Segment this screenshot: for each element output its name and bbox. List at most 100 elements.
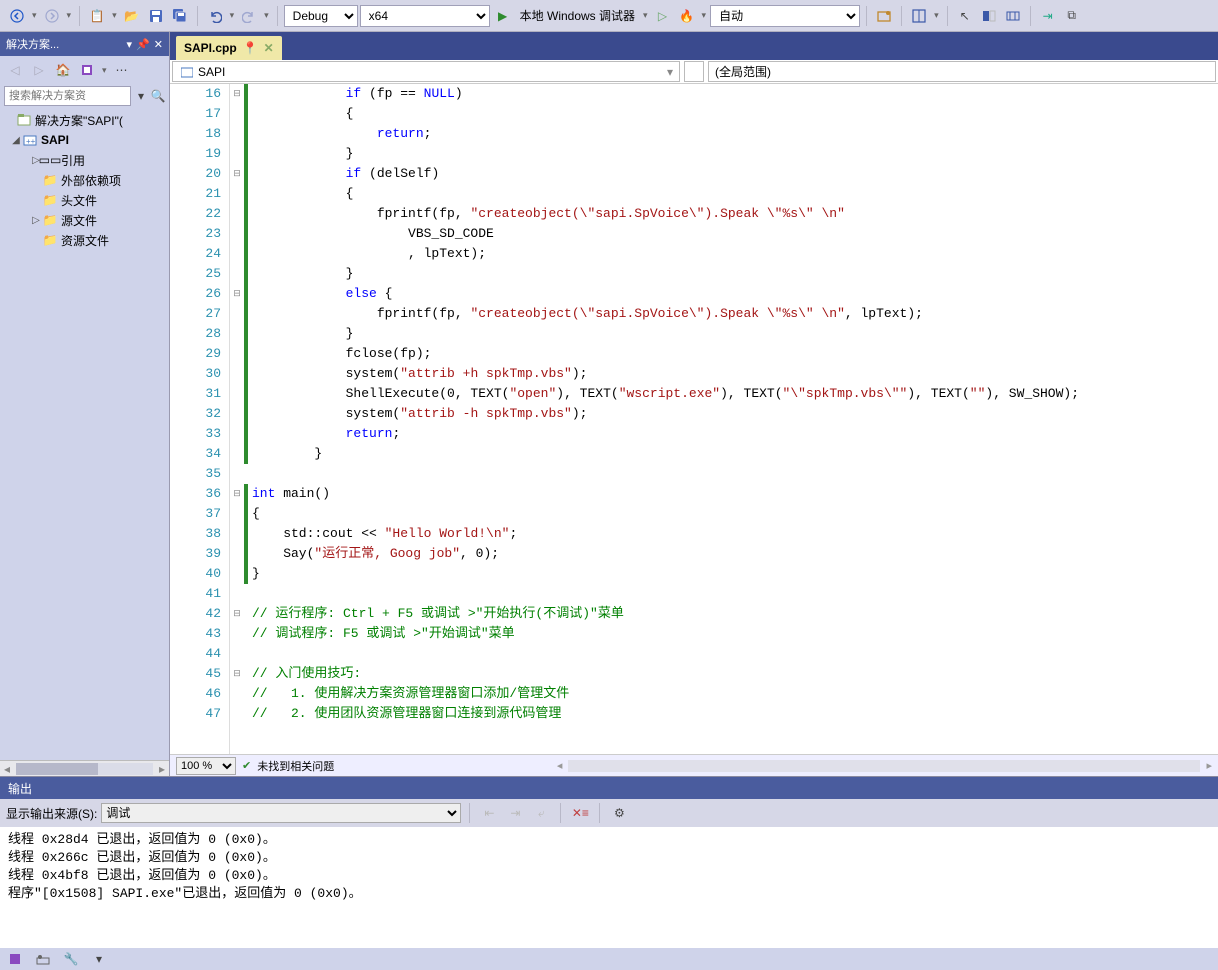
output-clear-icon[interactable]: ✕≡ <box>569 802 591 824</box>
search-icon[interactable]: 🔍 <box>151 85 165 107</box>
project-icon <box>179 64 195 80</box>
extension-button-2[interactable] <box>908 5 930 27</box>
fold-column: ⊟ ⊟ ⊟ ⊟ ⊟ ⊟ <box>230 84 244 754</box>
bottom-icon-1[interactable] <box>4 948 26 970</box>
output-wrap-icon[interactable]: ⤶ <box>530 802 552 824</box>
terminal-button[interactable]: ⧉ <box>1061 5 1083 27</box>
run-button[interactable]: ▶ <box>492 5 514 27</box>
cursor-icon[interactable]: ↖ <box>954 5 976 27</box>
headers-node[interactable]: 📁头文件 <box>0 190 169 210</box>
undo-button[interactable] <box>204 5 226 27</box>
back-dropdown[interactable]: ▾ <box>30 10 39 21</box>
fold-toggle <box>230 204 244 224</box>
output-indent2-icon[interactable]: ⇥ <box>504 802 526 824</box>
member-select[interactable]: (全局范围) <box>708 61 1216 82</box>
scroll-right-icon[interactable]: ▸ <box>1206 759 1212 772</box>
indent-button[interactable]: ⇥ <box>1037 5 1059 27</box>
fold-toggle <box>230 384 244 404</box>
pin-icon[interactable]: 📌 <box>136 38 150 51</box>
output-body[interactable]: 线程 0x28d4 已退出，返回值为 0 (0x0)。线程 0x266c 已退出… <box>0 827 1218 948</box>
mode-select[interactable]: 自动 <box>710 5 860 27</box>
fold-toggle[interactable]: ⊟ <box>230 664 244 684</box>
editor-status-strip: 100 % ✔ 未找到相关问题 ◂ ▸ <box>170 754 1218 776</box>
fold-toggle <box>230 544 244 564</box>
fold-toggle <box>230 344 244 364</box>
fold-toggle <box>230 124 244 144</box>
forward-dropdown[interactable]: ▾ <box>65 10 74 21</box>
fold-toggle[interactable]: ⊟ <box>230 164 244 184</box>
output-indent-icon[interactable]: ⇤ <box>478 802 500 824</box>
debugger-label[interactable]: 本地 Windows 调试器 <box>516 7 639 24</box>
output-title: 输出 <box>0 777 1218 799</box>
new-item-button[interactable]: 📋 <box>86 5 108 27</box>
fold-toggle <box>230 564 244 584</box>
output-settings-icon[interactable]: ⚙ <box>608 802 630 824</box>
svg-text:++: ++ <box>26 137 36 146</box>
tree-horizontal-scroll[interactable]: ◂▸ <box>0 760 169 776</box>
layout-button-2[interactable] <box>1002 5 1024 27</box>
fold-toggle <box>230 704 244 724</box>
project-icon: ++ <box>22 132 38 148</box>
search-dropdown-icon[interactable]: ▾ <box>134 85 148 107</box>
start-without-debug-button[interactable]: ▷ <box>652 5 674 27</box>
scope-select[interactable]: SAPI▾ <box>172 61 680 82</box>
fold-toggle <box>230 464 244 484</box>
code-editor[interactable]: 1617181920212223242526272829303132333435… <box>170 84 1218 754</box>
fold-toggle <box>230 684 244 704</box>
platform-select[interactable]: x64 <box>360 5 490 27</box>
issues-label: 未找到相关问题 <box>257 758 334 774</box>
close-icon[interactable]: ✕ <box>154 38 163 51</box>
sources-node[interactable]: ▷📁源文件 <box>0 210 169 230</box>
back-icon[interactable]: ◁ <box>4 59 26 81</box>
fold-toggle <box>230 104 244 124</box>
save-button[interactable] <box>145 5 167 27</box>
switch-view-icon[interactable] <box>76 59 98 81</box>
redo-button[interactable] <box>238 5 260 27</box>
hot-reload-button[interactable]: 🔥 <box>676 5 698 27</box>
back-button[interactable] <box>6 5 28 27</box>
fold-toggle <box>230 424 244 444</box>
fold-toggle[interactable]: ⊟ <box>230 484 244 504</box>
fold-toggle <box>230 364 244 384</box>
search-input[interactable] <box>4 86 131 106</box>
solution-explorer-title-bar: 解决方案... ▾ 📌 ✕ <box>0 32 169 56</box>
main-toolbar: ▾ ▾ 📋▾ 📂 ▾ ▾ Debug x64 ▶ 本地 Windows 调试器▾… <box>0 0 1218 32</box>
editor-panel: SAPI.cpp 📍 ✕ SAPI▾ (全局范围) 16171819202122… <box>170 32 1218 776</box>
output-source-label: 显示输出来源(S): <box>6 805 97 822</box>
references-node[interactable]: ▷▭▭引用 <box>0 150 169 170</box>
folder-icon: 📁 <box>42 212 58 228</box>
fold-toggle <box>230 524 244 544</box>
bottom-icon-2[interactable] <box>32 948 54 970</box>
fold-toggle[interactable]: ⊟ <box>230 284 244 304</box>
panel-dropdown-icon[interactable]: ▾ <box>127 38 133 51</box>
save-all-button[interactable] <box>169 5 191 27</box>
forward-button[interactable] <box>41 5 63 27</box>
pin-icon[interactable]: 📍 <box>243 41 258 55</box>
folder-icon: 📁 <box>42 172 58 188</box>
extension-button-1[interactable] <box>873 5 895 27</box>
solution-explorer-toolbar: ◁ ▷ 🏠 ▾ ⋯ <box>0 56 169 84</box>
output-source-select[interactable]: 调试 <box>101 803 461 823</box>
bottom-dropdown-icon[interactable]: ▾ <box>88 948 110 970</box>
close-tab-icon[interactable]: ✕ <box>264 41 274 55</box>
config-select[interactable]: Debug <box>284 5 358 27</box>
solution-root[interactable]: 解决方案"SAPI"( <box>0 110 169 130</box>
fold-toggle[interactable]: ⊟ <box>230 84 244 104</box>
more-icon[interactable]: ⋯ <box>111 59 133 81</box>
home-icon[interactable]: 🏠 <box>52 59 74 81</box>
scroll-left-icon[interactable]: ◂ <box>557 759 563 772</box>
resources-node[interactable]: 📁资源文件 <box>0 230 169 250</box>
external-node[interactable]: 📁外部依赖项 <box>0 170 169 190</box>
fold-toggle <box>230 324 244 344</box>
project-node[interactable]: ◢++SAPI <box>0 130 169 150</box>
wrench-icon[interactable]: 🔧 <box>60 948 82 970</box>
file-tab[interactable]: SAPI.cpp 📍 ✕ <box>176 36 282 60</box>
fold-toggle[interactable]: ⊟ <box>230 604 244 624</box>
zoom-select[interactable]: 100 % <box>176 757 236 775</box>
forward-icon[interactable]: ▷ <box>28 59 50 81</box>
open-button[interactable]: 📂 <box>121 5 143 27</box>
fold-toggle <box>230 184 244 204</box>
fold-toggle <box>230 404 244 424</box>
fold-toggle <box>230 504 244 524</box>
layout-button-1[interactable] <box>978 5 1000 27</box>
